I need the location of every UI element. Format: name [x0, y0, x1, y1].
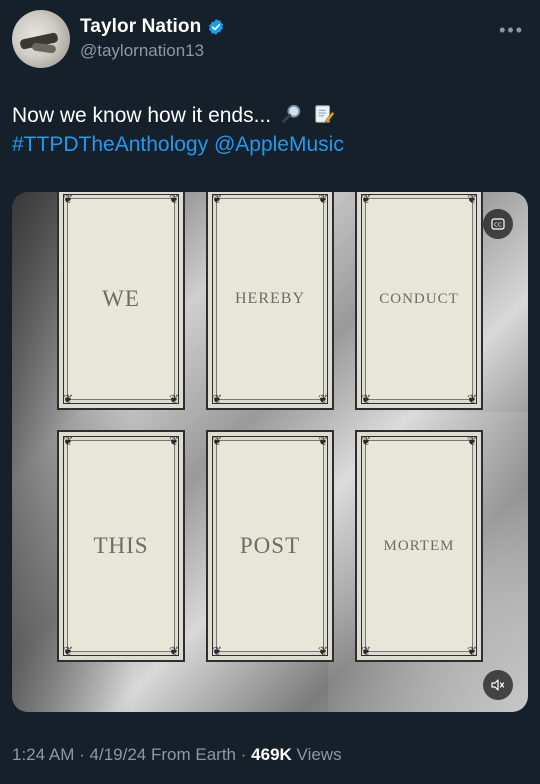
separator: ·: [240, 745, 247, 764]
tweet-header: Taylor Nation @taylornation13 •••: [12, 10, 528, 72]
card-post: ❦ ❦ ❦ ❦ POST: [206, 430, 334, 662]
card-word: HEREBY: [235, 290, 305, 307]
card-mortem: ❦ ❦ ❦ ❦ MORTEM: [355, 430, 483, 662]
media-video[interactable]: ❦ ❦ ❦ ❦ WE ❦ ❦ ❦ ❦ HEREBY ❦ ❦ ❦ ❦ CONDUCT ❦ ❦ ❦ ❦ TH…: [12, 192, 528, 712]
card-this: ❦ ❦ ❦ ❦ THIS: [57, 430, 185, 662]
card-we: ❦ ❦ ❦ ❦ WE: [57, 192, 185, 410]
card-word: MORTEM: [383, 537, 455, 554]
card-conduct: ❦ ❦ ❦ ❦ CONDUCT: [355, 192, 483, 410]
tweet-time[interactable]: 1:24 AM: [12, 745, 74, 764]
avatar[interactable]: [12, 10, 70, 68]
tweet-body: Now we know how it ends...: [12, 104, 272, 127]
tweet-text: Now we know how it ends... #TTPDTheAntho…: [12, 101, 528, 159]
hashtag-link[interactable]: #TTPDTheAnthology: [12, 133, 208, 156]
tweet-date[interactable]: 4/19/24: [90, 745, 147, 764]
tweet-meta: 1:24 AM · 4/19/24 From Earth · 469K View…: [12, 745, 342, 765]
mention-link[interactable]: @AppleMusic: [214, 133, 344, 156]
gif-badge-icon[interactable]: CC: [483, 209, 513, 239]
verified-badge-icon: [209, 19, 224, 35]
separator: ·: [79, 745, 85, 764]
more-options-icon[interactable]: •••: [499, 20, 524, 41]
card-word: CONDUCT: [379, 290, 459, 307]
card-word: WE: [102, 286, 140, 311]
card-word: THIS: [93, 533, 149, 558]
card-hereby: ❦ ❦ ❦ ❦ HEREBY: [206, 192, 334, 410]
handle[interactable]: @taylornation13: [80, 41, 204, 61]
display-name[interactable]: Taylor Nation: [80, 16, 201, 38]
magnifying-glass-icon: [282, 104, 301, 123]
card-word: POST: [239, 533, 301, 558]
svg-text:CC: CC: [494, 223, 502, 229]
memo-icon: [315, 105, 335, 124]
name-row: Taylor Nation: [80, 16, 225, 38]
views-label: Views: [296, 745, 342, 764]
views-count[interactable]: 469K: [251, 745, 292, 764]
mute-icon[interactable]: [483, 670, 513, 700]
tweet-source: From Earth: [150, 745, 237, 764]
